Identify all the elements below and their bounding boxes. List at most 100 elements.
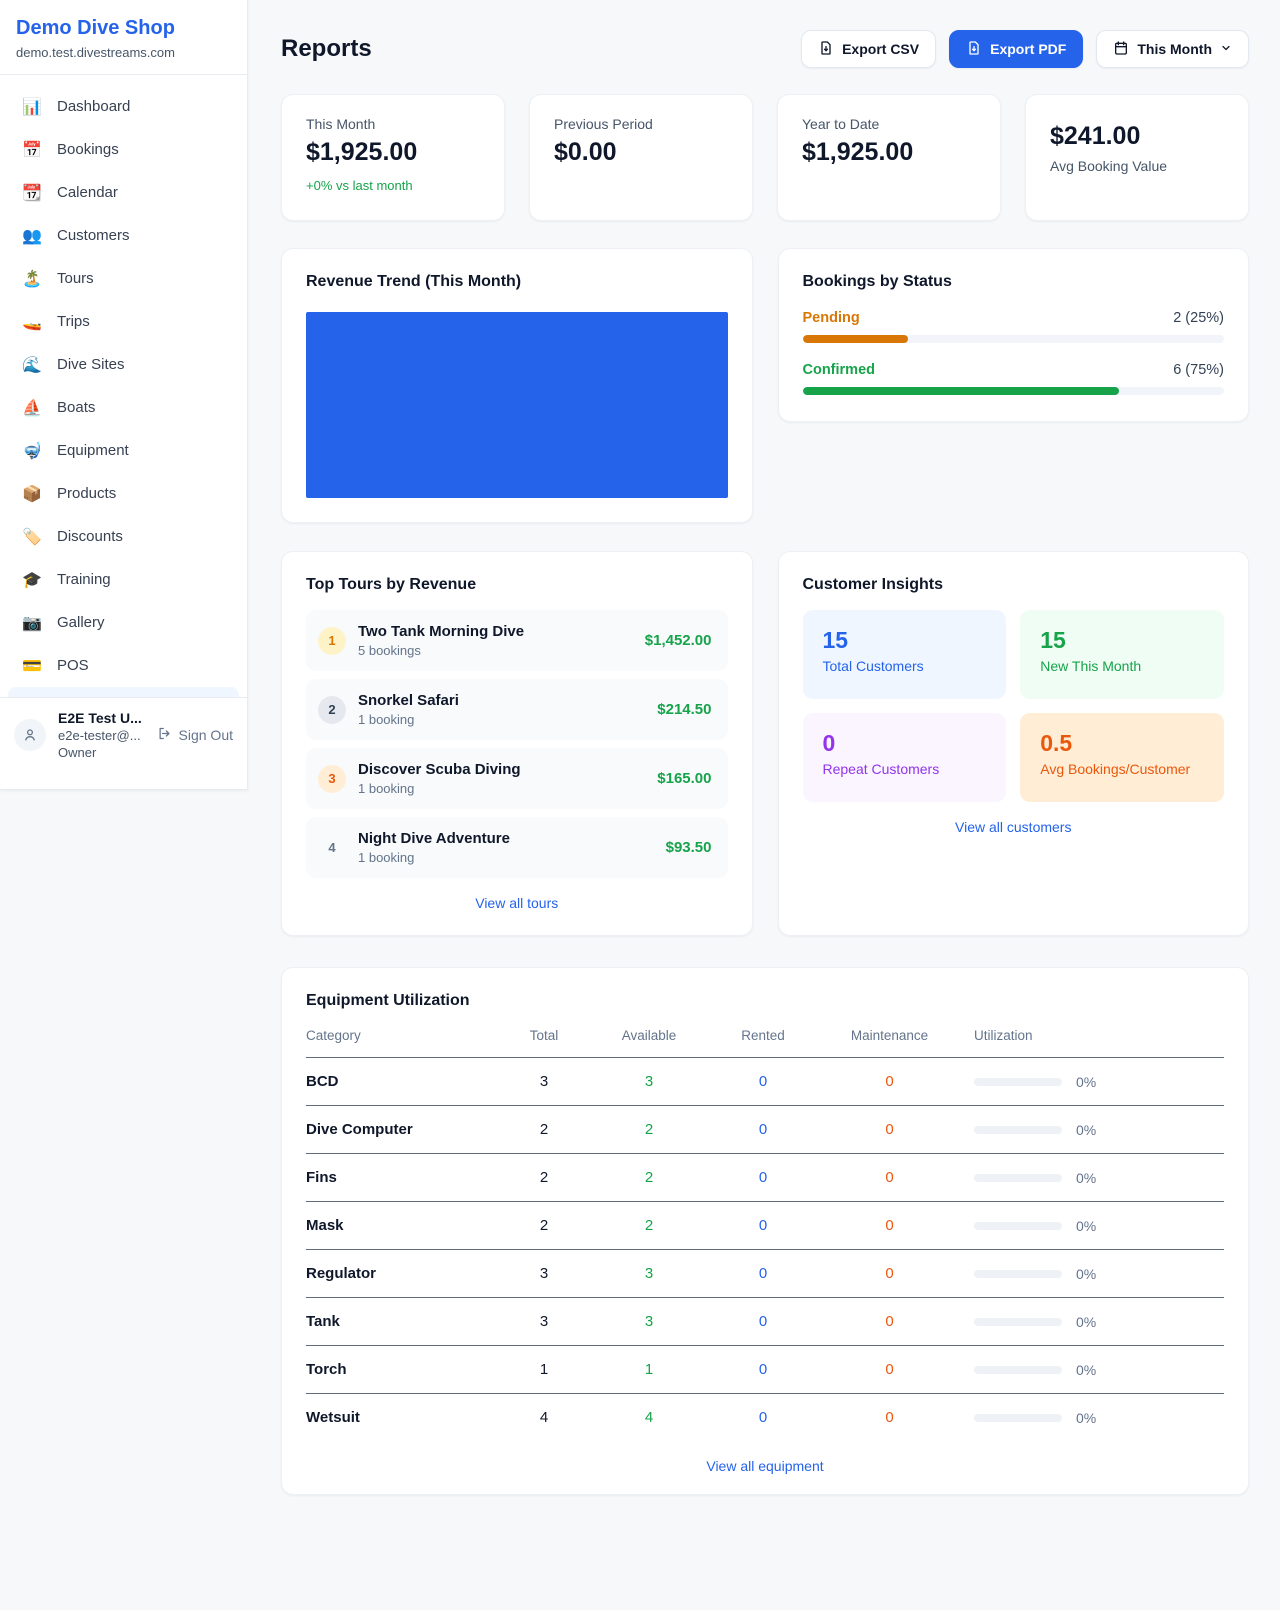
file-download-icon xyxy=(966,40,982,59)
utilization-progress-track xyxy=(974,1222,1062,1230)
utilization-percent: 0% xyxy=(1076,1122,1096,1138)
sidebar-item-discounts[interactable]: 🏷️ Discounts xyxy=(8,515,239,558)
equipment-available: 3 xyxy=(589,1265,709,1282)
stat-card: Previous Period $0.00 xyxy=(529,94,753,221)
nav-item-icon: 📦 xyxy=(22,484,42,504)
equipment-category: Torch xyxy=(306,1361,499,1378)
tour-bookings: 1 booking xyxy=(358,850,510,865)
tour-item-snorkel-safari[interactable]: 2 Snorkel Safari 1 booking $214.50 xyxy=(306,679,728,740)
equipment-category: Tank xyxy=(306,1313,499,1330)
export-csv-label: Export CSV xyxy=(842,41,919,57)
tour-name: Snorkel Safari xyxy=(358,692,459,709)
export-pdf-button[interactable]: Export PDF xyxy=(949,30,1083,68)
insight-value: 0 xyxy=(823,730,987,757)
equipment-category: BCD xyxy=(306,1073,499,1090)
stat-label: Previous Period xyxy=(554,116,728,132)
tour-bookings: 1 booking xyxy=(358,712,459,727)
equipment-rented: 0 xyxy=(709,1073,817,1090)
utilization-progress-track xyxy=(974,1126,1062,1134)
equipment-maintenance: 0 xyxy=(817,1121,962,1138)
column-header: Utilization xyxy=(962,1028,1224,1043)
user-section: E2E Test U... e2e-tester@... Owner Sign … xyxy=(0,697,247,772)
calendar-icon xyxy=(1113,40,1129,59)
page-title: Reports xyxy=(281,35,372,63)
nav-item-icon: ⛵ xyxy=(22,398,42,418)
equipment-category: Fins xyxy=(306,1169,499,1186)
top-tours-title: Top Tours by Revenue xyxy=(306,576,728,594)
equipment-maintenance: 0 xyxy=(817,1313,962,1330)
utilization-percent: 0% xyxy=(1076,1410,1096,1426)
nav-item-icon: 📅 xyxy=(22,140,42,160)
insight-tiles: 15 Total Customers 15 New This Month 0 R… xyxy=(803,610,1225,802)
tour-revenue: $93.50 xyxy=(666,839,712,856)
insight-label: New This Month xyxy=(1040,658,1204,674)
tour-bookings: 5 bookings xyxy=(358,643,524,658)
nav-item-label: Dive Sites xyxy=(57,356,125,373)
utilization-percent: 0% xyxy=(1076,1362,1096,1378)
status-progress-fill xyxy=(803,335,908,343)
tour-item-night-dive-adventure[interactable]: 4 Night Dive Adventure 1 booking $93.50 xyxy=(306,817,728,878)
equipment-total: 2 xyxy=(499,1121,589,1138)
sidebar-item-training[interactable]: 🎓 Training xyxy=(8,558,239,601)
revenue-trend-card: Revenue Trend (This Month) xyxy=(281,248,753,523)
status-row-pending: Pending 2 (25%) xyxy=(803,310,1225,343)
nav-item-label: Bookings xyxy=(57,141,119,158)
column-header: Total xyxy=(499,1028,589,1043)
equipment-rented: 0 xyxy=(709,1121,817,1138)
view-all-customers-link[interactable]: View all customers xyxy=(803,819,1225,835)
sidebar-item-boats[interactable]: ⛵ Boats xyxy=(8,386,239,429)
sidebar-item-bookings[interactable]: 📅 Bookings xyxy=(8,128,239,171)
equipment-rented: 0 xyxy=(709,1169,817,1186)
sidebar-item-equipment[interactable]: 🤿 Equipment xyxy=(8,429,239,472)
sidebar-item-trips[interactable]: 🚤 Trips xyxy=(8,300,239,343)
nav-item-icon: 📆 xyxy=(22,183,42,203)
insight-value: 15 xyxy=(1040,627,1204,654)
table-row-dive-computer: Dive Computer 2 2 0 0 0% xyxy=(306,1106,1224,1154)
equipment-rented: 0 xyxy=(709,1361,817,1378)
equipment-available: 3 xyxy=(589,1073,709,1090)
status-label: Confirmed xyxy=(803,362,876,378)
stat-value: $1,925.00 xyxy=(802,138,976,167)
sign-out-label: Sign Out xyxy=(179,727,233,743)
column-header: Category xyxy=(306,1028,499,1043)
nav-item-label: Dashboard xyxy=(57,98,130,115)
user-role: Owner xyxy=(58,745,145,760)
sidebar-item-pos[interactable]: 💳 POS xyxy=(8,644,239,687)
status-list: Pending 2 (25%) Confirmed 6 (75%) xyxy=(803,310,1225,395)
status-row-confirmed: Confirmed 6 (75%) xyxy=(803,362,1225,395)
rank-badge: 3 xyxy=(318,765,346,793)
status-count: 2 (25%) xyxy=(1173,310,1224,326)
tour-revenue: $1,452.00 xyxy=(645,632,712,649)
sidebar-item-dashboard[interactable]: 📊 Dashboard xyxy=(8,85,239,128)
insight-value: 0.5 xyxy=(1040,730,1204,757)
nav-item-label: Discounts xyxy=(57,528,123,545)
rank-badge: 2 xyxy=(318,696,346,724)
tour-item-discover-scuba-diving[interactable]: 3 Discover Scuba Diving 1 booking $165.0… xyxy=(306,748,728,809)
sign-out-button[interactable]: Sign Out xyxy=(157,726,233,744)
period-dropdown[interactable]: This Month xyxy=(1096,30,1249,68)
view-all-equipment-link[interactable]: View all equipment xyxy=(306,1458,1224,1474)
sidebar-item-dive-sites[interactable]: 🌊 Dive Sites xyxy=(8,343,239,386)
tour-item-two-tank-morning-dive[interactable]: 1 Two Tank Morning Dive 5 bookings $1,45… xyxy=(306,610,728,671)
stat-value: $1,925.00 xyxy=(306,138,480,167)
brand-name[interactable]: Demo Dive Shop xyxy=(16,17,231,40)
stat-card: $241.00 Avg Booking Value xyxy=(1025,94,1249,221)
stat-label: Year to Date xyxy=(802,116,976,132)
view-all-tours-link[interactable]: View all tours xyxy=(306,895,728,911)
sidebar-item-products[interactable]: 📦 Products xyxy=(8,472,239,515)
export-csv-button[interactable]: Export CSV xyxy=(801,30,936,68)
status-progress-track xyxy=(803,335,1225,343)
sidebar-item-tours[interactable]: 🏝️ Tours xyxy=(8,257,239,300)
equipment-total: 2 xyxy=(499,1217,589,1234)
utilization-progress-track xyxy=(974,1366,1062,1374)
table-row-tank: Tank 3 3 0 0 0% xyxy=(306,1298,1224,1346)
sidebar-item-customers[interactable]: 👥 Customers xyxy=(8,214,239,257)
equipment-total: 1 xyxy=(499,1361,589,1378)
brand: Demo Dive Shop demo.test.divestreams.com xyxy=(0,0,247,75)
equipment-available: 3 xyxy=(589,1313,709,1330)
equipment-maintenance: 0 xyxy=(817,1409,962,1426)
tour-name: Discover Scuba Diving xyxy=(358,761,521,778)
sidebar-item-gallery[interactable]: 📷 Gallery xyxy=(8,601,239,644)
sidebar-item-calendar[interactable]: 📆 Calendar xyxy=(8,171,239,214)
main-content: Reports Export CSV E xyxy=(281,0,1249,1495)
